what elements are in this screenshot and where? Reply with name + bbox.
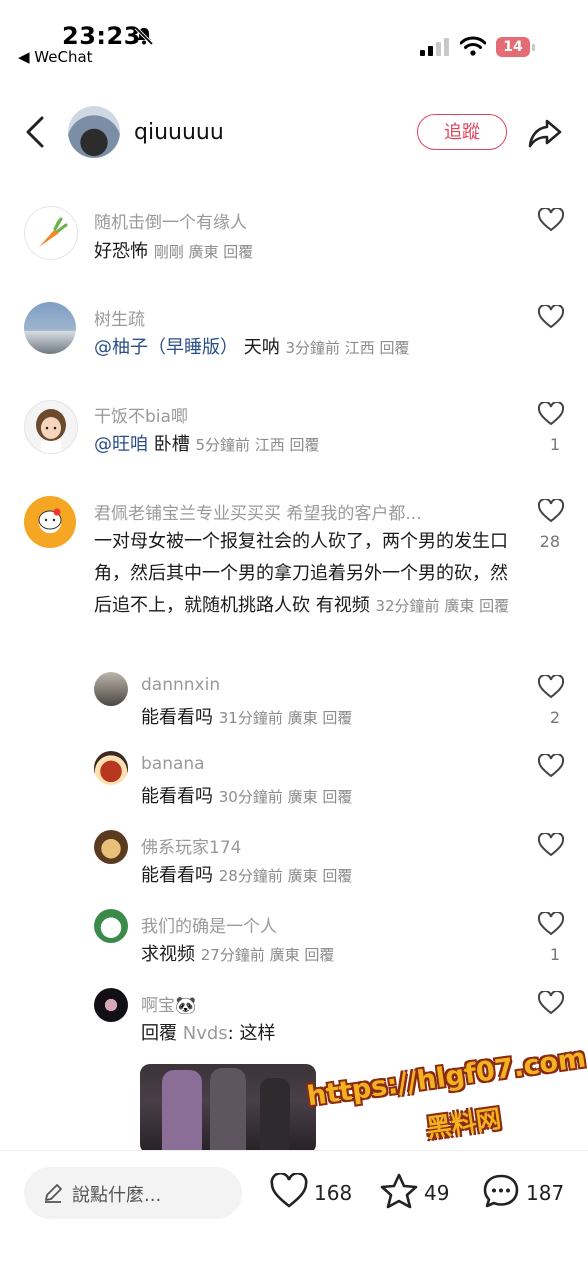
replier-name[interactable]: 我们的确是一个人: [141, 912, 277, 937]
battery-level: 14: [496, 37, 530, 57]
like-count: 1: [549, 945, 560, 964]
reply-text: 能看看吗 28分鐘前 廣東 回覆: [141, 860, 352, 892]
comment-body: 卧槽: [153, 434, 190, 455]
follow-button[interactable]: 追蹤: [417, 114, 507, 150]
heart-icon[interactable]: [538, 675, 564, 699]
replier-avatar[interactable]: [94, 672, 128, 706]
comment-bubble-icon: [483, 1174, 519, 1208]
comment-text: 一对母女被一个报复社会的人砍了，两个男的发生口角，然后其中一个男的拿刀追着另外一…: [94, 526, 510, 622]
author-username[interactable]: qiuuuuu: [134, 120, 224, 145]
comment-body: 好恐怖: [94, 241, 148, 262]
heart-icon[interactable]: [538, 402, 564, 426]
status-bar: 23:23 ◀ WeChat 14: [0, 0, 588, 80]
reply-body: 求视频: [141, 944, 195, 965]
watermark-url: https://hlgf07.com: [305, 1042, 588, 1113]
reply-meta[interactable]: 31分鐘前 廣東 回覆: [219, 709, 353, 727]
favorite-total: 49: [424, 1181, 450, 1205]
wifi-icon: [460, 36, 486, 56]
status-time: 23:23: [62, 22, 141, 50]
heart-icon[interactable]: [538, 912, 564, 936]
heart-icon: [270, 1173, 308, 1208]
reply-body: : 这样: [227, 1023, 276, 1044]
reply-text: 求视频 27分鐘前 廣東 回覆: [141, 939, 334, 971]
comment-meta[interactable]: 32分鐘前 廣東 回覆: [375, 597, 509, 615]
heart-icon[interactable]: [538, 833, 564, 857]
reply-text: 回覆 Nvds: 这样: [141, 1018, 275, 1050]
mention-link[interactable]: @柚子（早睡版）: [94, 337, 238, 358]
carrot-icon: [39, 217, 68, 247]
commenter-avatar[interactable]: [24, 206, 78, 260]
replier-avatar[interactable]: [94, 751, 128, 785]
commenter-name[interactable]: 树生疏: [94, 305, 145, 330]
heart-icon[interactable]: [538, 305, 564, 329]
star-icon: [380, 1173, 418, 1209]
like-count: 28: [539, 532, 560, 551]
comment-body: 天呐: [243, 337, 280, 358]
replier-name[interactable]: 佛系玩家174: [141, 833, 241, 858]
commenter-name[interactable]: 干饭不bia唧: [94, 402, 188, 427]
share-icon[interactable]: [528, 116, 562, 150]
replier-avatar[interactable]: [94, 909, 128, 943]
comment-meta[interactable]: 3分鐘前 江西 回覆: [285, 339, 409, 357]
commenter-avatar[interactable]: [24, 302, 76, 354]
commenter-avatar[interactable]: [24, 496, 76, 548]
heart-icon[interactable]: [538, 991, 564, 1015]
reply-body: 能看看吗: [141, 786, 213, 807]
like-button[interactable]: 168: [270, 1173, 360, 1213]
comment-total: 187: [526, 1181, 565, 1205]
bell-slash-icon: [134, 26, 154, 46]
comment-meta[interactable]: 5分鐘前 江西 回覆: [195, 436, 319, 454]
replier-avatar[interactable]: [94, 988, 128, 1022]
reply-body: 能看看吗: [141, 707, 213, 728]
commenter-name[interactable]: 君佩老铺宝兰专业买买买 希望我的客户都...: [94, 499, 494, 524]
like-count: 1: [549, 435, 560, 454]
replier-avatar[interactable]: [94, 830, 128, 864]
replier-name[interactable]: banana: [141, 754, 205, 774]
replier-name[interactable]: dannnxin: [141, 675, 220, 695]
favorite-button[interactable]: 49: [380, 1173, 460, 1213]
back-chevron-icon[interactable]: [22, 114, 48, 150]
reply-text: 能看看吗 31分鐘前 廣東 回覆: [141, 702, 352, 734]
heart-icon[interactable]: [538, 499, 564, 523]
bottom-action-bar: 說點什麼... 168 49 187: [0, 1150, 588, 1281]
cartoon-girl-icon: [36, 409, 66, 453]
comment-meta[interactable]: 剛剛 廣東 回覆: [154, 243, 254, 261]
commenter-name[interactable]: 随机击倒一个有缘人: [94, 208, 247, 233]
comment-text: @柚子（早睡版） 天呐 3分鐘前 江西 回覆: [94, 332, 410, 364]
comment-input[interactable]: 說點什麼...: [24, 1167, 242, 1219]
heart-icon[interactable]: [538, 754, 564, 778]
reply-to-user[interactable]: Nvds: [183, 1023, 228, 1044]
mention-link[interactable]: @旺咱: [94, 434, 148, 455]
signal-icon: [420, 38, 449, 56]
reply-meta[interactable]: 27分鐘前 廣東 回覆: [201, 946, 335, 964]
video-thumbnail[interactable]: [140, 1064, 316, 1154]
reply-text: 能看看吗 30分鐘前 廣東 回覆: [141, 781, 352, 813]
reply-meta[interactable]: 30分鐘前 廣東 回覆: [219, 788, 353, 806]
hello-kitty-icon: [38, 508, 62, 530]
battery-icon: 14: [496, 37, 536, 57]
watermark-sub: 黑料网: [424, 1103, 503, 1144]
reply-body: 能看看吗: [141, 865, 213, 886]
reply-prefix: 回覆: [141, 1023, 177, 1044]
comments-button[interactable]: 187: [482, 1173, 572, 1213]
heart-icon[interactable]: [538, 208, 564, 232]
back-to-wechat[interactable]: ◀ WeChat: [18, 48, 93, 66]
watermark: https://hlgf07.com 黑料网: [305, 1043, 588, 1146]
commenter-avatar[interactable]: [24, 400, 78, 454]
reply-meta[interactable]: 28分鐘前 廣東 回覆: [219, 867, 353, 885]
author-avatar[interactable]: [68, 106, 120, 158]
pencil-icon: [45, 1184, 62, 1203]
profile-header: qiuuuuu 追蹤: [0, 98, 588, 170]
replier-name[interactable]: 啊宝🐼: [141, 991, 196, 1016]
comment-text: 好恐怖 剛剛 廣東 回覆: [94, 236, 253, 268]
comment-placeholder: 說點什麼...: [72, 1185, 162, 1206]
like-count: 2: [549, 708, 560, 727]
like-total: 168: [314, 1181, 353, 1205]
comment-text: @旺咱 卧槽 5分鐘前 江西 回覆: [94, 429, 320, 461]
